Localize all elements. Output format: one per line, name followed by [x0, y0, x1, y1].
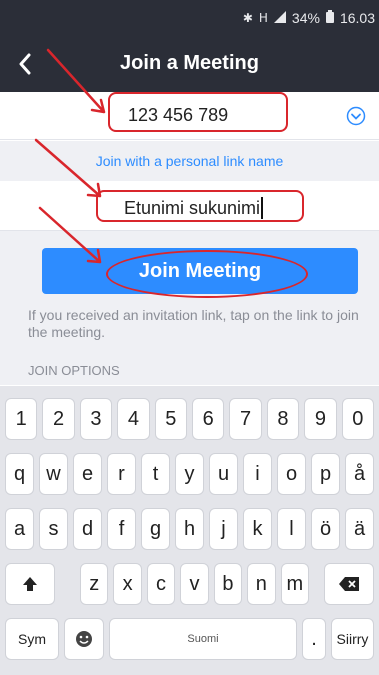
key-h[interactable]: h: [175, 508, 204, 550]
key-v[interactable]: v: [180, 563, 209, 605]
key-p[interactable]: p: [311, 453, 340, 495]
key-6[interactable]: 6: [192, 398, 225, 440]
key-j[interactable]: j: [209, 508, 238, 550]
key-9[interactable]: 9: [304, 398, 337, 440]
key-k[interactable]: k: [243, 508, 272, 550]
chevron-down-circle-icon: [346, 106, 366, 126]
space-key[interactable]: Suomi: [109, 618, 297, 660]
soft-keyboard: 1234567890qwertyuiopåasdfghjklöäzxcvbnmS…: [0, 386, 379, 675]
join-section: Join Meeting If you received an invitati…: [0, 231, 379, 385]
personal-link-band: Join with a personal link name: [0, 141, 379, 181]
key-7[interactable]: 7: [229, 398, 262, 440]
status-bar: ✱ H 34% 16.03: [0, 0, 379, 36]
key-i[interactable]: i: [243, 453, 272, 495]
join-options-header: JOIN OPTIONS: [28, 363, 120, 378]
join-meeting-button[interactable]: Join Meeting: [42, 248, 358, 294]
key-f[interactable]: f: [107, 508, 136, 550]
key-n[interactable]: n: [247, 563, 276, 605]
emoji-key[interactable]: [64, 618, 104, 660]
key-y[interactable]: y: [175, 453, 204, 495]
text-cursor: [261, 197, 264, 219]
key-s[interactable]: s: [39, 508, 68, 550]
key-z[interactable]: z: [80, 563, 109, 605]
key-r[interactable]: r: [107, 453, 136, 495]
emoji-icon: [76, 631, 92, 647]
shift-icon: [23, 577, 37, 591]
battery-icon: [325, 10, 334, 26]
clock: 16.03: [339, 10, 375, 26]
key-ö[interactable]: ö: [311, 508, 340, 550]
network-type: H: [258, 11, 268, 25]
key-8[interactable]: 8: [266, 398, 300, 440]
key-b[interactable]: b: [213, 563, 243, 605]
key-u[interactable]: u: [209, 453, 238, 495]
screen-name-value: Etunimi sukunimi: [124, 197, 261, 218]
key-x[interactable]: x: [113, 563, 142, 605]
key-å[interactable]: å: [345, 453, 374, 495]
key-c[interactable]: c: [146, 563, 176, 605]
key-5[interactable]: 5: [154, 398, 187, 440]
screen-name-input[interactable]: Etunimi sukunimi: [124, 197, 294, 219]
backspace-icon: [339, 577, 359, 591]
key-m[interactable]: m: [280, 563, 309, 605]
key-2[interactable]: 2: [42, 398, 75, 440]
key-a[interactable]: a: [5, 508, 34, 550]
meeting-id-input[interactable]: 123 456 789: [128, 105, 228, 126]
period-key[interactable]: .: [302, 618, 326, 660]
backspace-key[interactable]: [324, 563, 374, 605]
key-ä[interactable]: ä: [345, 508, 374, 550]
meeting-id-row: 123 456 789: [0, 92, 379, 140]
meeting-history-dropdown[interactable]: [346, 106, 366, 126]
key-l[interactable]: l: [277, 508, 306, 550]
enter-key[interactable]: Siirry: [331, 618, 374, 660]
bluetooth-icon: ✱: [242, 11, 253, 25]
key-q[interactable]: q: [5, 453, 34, 495]
invitation-info-text: If you received an invitation link, tap …: [28, 307, 359, 340]
page-title: Join a Meeting: [120, 52, 259, 74]
personal-link-toggle[interactable]: Join with a personal link name: [0, 153, 379, 169]
sym-key[interactable]: Sym: [5, 618, 59, 660]
key-g[interactable]: g: [141, 508, 170, 550]
signal-icon: [273, 10, 286, 26]
key-w[interactable]: w: [39, 453, 68, 495]
key-4[interactable]: 4: [117, 398, 150, 440]
key-e[interactable]: e: [73, 453, 102, 495]
key-o[interactable]: o: [277, 453, 306, 495]
key-1[interactable]: 1: [5, 398, 38, 440]
key-0[interactable]: 0: [341, 398, 374, 440]
key-d[interactable]: d: [73, 508, 102, 550]
battery-percent: 34%: [291, 10, 320, 26]
nav-bar: Join a Meeting: [0, 36, 379, 92]
shift-key[interactable]: [5, 563, 55, 605]
key-3[interactable]: 3: [79, 398, 113, 440]
key-t[interactable]: t: [141, 453, 170, 495]
name-row: Etunimi sukunimi: [0, 181, 379, 231]
